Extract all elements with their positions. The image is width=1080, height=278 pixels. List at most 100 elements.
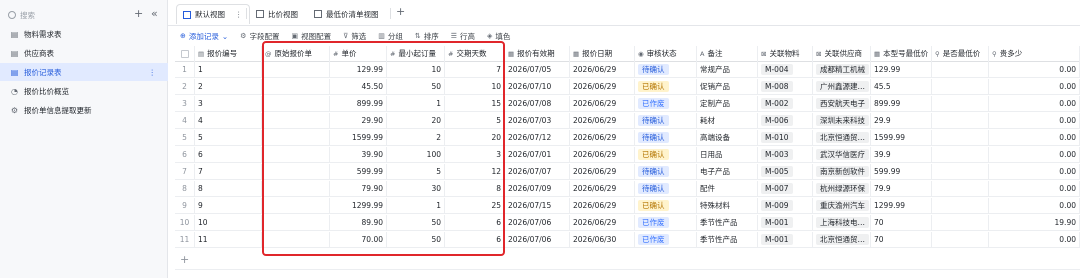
cell-id[interactable]: 3 xyxy=(195,96,262,112)
cell-note[interactable]: 季节性产品 xyxy=(697,232,758,248)
cell-original[interactable] xyxy=(262,96,330,112)
cell-supplier[interactable]: 深圳未来科技 xyxy=(813,113,871,129)
cell-note[interactable]: 季节性产品 xyxy=(697,215,758,231)
cell-moq[interactable]: 50 xyxy=(387,232,445,248)
table-row[interactable]: 1 1 129.99 10 7 2026/07/05 2026/06/29 待确认 常规产品 M-… xyxy=(175,62,1080,78)
cell-supplier[interactable]: 北京恒通贸… xyxy=(813,130,871,146)
cell-material[interactable]: M-001 xyxy=(758,232,813,248)
cell-price[interactable]: 599.99 xyxy=(330,164,387,180)
cell-original[interactable] xyxy=(262,198,330,214)
cell-valid[interactable]: 2026/07/05 xyxy=(505,62,570,78)
cell-price[interactable]: 79.90 xyxy=(330,181,387,197)
cell-diff[interactable]: 19.90 xyxy=(989,215,1080,231)
table-row[interactable]: 10 10 89.90 50 6 2026/07/06 2026/06/29 已作废 季节性产品… xyxy=(175,215,1080,231)
cell-original[interactable] xyxy=(262,232,330,248)
cell-date[interactable]: 2026/06/29 xyxy=(570,130,635,146)
cell-diff[interactable]: 0.00 xyxy=(989,130,1080,146)
cell-date[interactable]: 2026/06/29 xyxy=(570,113,635,129)
cell-status[interactable]: 待确认 xyxy=(635,62,697,78)
cell-original[interactable] xyxy=(262,147,330,163)
cell-is_lowest[interactable] xyxy=(932,113,989,129)
sidebar-search[interactable]: 搜索 xyxy=(8,8,108,22)
cell-date[interactable]: 2026/06/29 xyxy=(570,96,635,112)
cell-status[interactable]: 已确认 xyxy=(635,198,697,214)
cell-price[interactable]: 45.50 xyxy=(330,79,387,95)
cell-id[interactable]: 6 xyxy=(195,147,262,163)
column-header[interactable]: ⚲ 贵多少 xyxy=(989,46,1080,62)
cell-supplier[interactable]: 重庆渝州汽车 xyxy=(813,198,871,214)
cell-days[interactable]: 10 xyxy=(445,79,505,95)
cell-diff[interactable]: 0.00 xyxy=(989,113,1080,129)
cell-diff[interactable]: 0.00 xyxy=(989,62,1080,78)
cell-lowest[interactable]: 1599.99 xyxy=(871,130,932,146)
cell-moq[interactable]: 1 xyxy=(387,96,445,112)
column-header[interactable]: # 单价 xyxy=(330,46,387,62)
add-table-button[interactable]: + xyxy=(134,7,143,20)
cell-price[interactable]: 89.90 xyxy=(330,215,387,231)
cell-is_lowest[interactable] xyxy=(932,232,989,248)
cell-date[interactable]: 2026/06/29 xyxy=(570,147,635,163)
cell-supplier[interactable]: 北京恒通贸… xyxy=(813,232,871,248)
table-row[interactable]: 5 5 1599.99 2 20 2026/07/12 2026/06/29 待确认 高端设备 M… xyxy=(175,130,1080,146)
cell-lowest[interactable]: 29.9 xyxy=(871,113,932,129)
cell-diff[interactable]: 0.00 xyxy=(989,147,1080,163)
cell-date[interactable]: 2026/06/29 xyxy=(570,79,635,95)
sidebar-item[interactable]: ◔ 报价比价概览 xyxy=(0,82,168,100)
cell-note[interactable]: 定制产品 xyxy=(697,96,758,112)
cell-diff[interactable]: 0.00 xyxy=(989,232,1080,248)
cell-note[interactable]: 常规产品 xyxy=(697,62,758,78)
cell-material[interactable]: M-001 xyxy=(758,215,813,231)
cell-price[interactable]: 1599.99 xyxy=(330,130,387,146)
cell-days[interactable]: 15 xyxy=(445,96,505,112)
cell-moq[interactable]: 100 xyxy=(387,147,445,163)
column-header[interactable]: A 备注 xyxy=(697,46,758,62)
cell-original[interactable] xyxy=(262,181,330,197)
cell-lowest[interactable]: 129.99 xyxy=(871,62,932,78)
cell-status[interactable]: 待确认 xyxy=(635,130,697,146)
cell-status[interactable]: 待确认 xyxy=(635,181,697,197)
cell-material[interactable]: M-009 xyxy=(758,198,813,214)
cell-is_lowest[interactable] xyxy=(932,181,989,197)
cell-status[interactable]: 已确认 xyxy=(635,79,697,95)
cell-moq[interactable]: 30 xyxy=(387,181,445,197)
column-header[interactable]: ⊠ 关联物料 xyxy=(758,46,813,62)
cell-valid[interactable]: 2026/07/10 xyxy=(505,79,570,95)
add-row-button[interactable]: + xyxy=(175,252,1080,270)
cell-supplier[interactable]: 成都精工机械 xyxy=(813,62,871,78)
cell-status[interactable]: 已作废 xyxy=(635,232,697,248)
cell-id[interactable]: 11 xyxy=(195,232,262,248)
table-row[interactable]: 11 11 70.00 50 6 2026/07/06 2026/06/30 已作废 季节性产品… xyxy=(175,232,1080,248)
toolbar-button[interactable]: ⇅ 排序 xyxy=(415,31,439,42)
column-header[interactable]: ▤ 报价编号 xyxy=(195,46,262,62)
cell-valid[interactable]: 2026/07/15 xyxy=(505,198,570,214)
table-row[interactable]: 6 6 39.90 100 3 2026/07/01 2026/06/29 已确认 日用品 M-0… xyxy=(175,147,1080,163)
sidebar-item[interactable]: ▤ 物料需求表 xyxy=(0,25,168,43)
cell-price[interactable]: 899.99 xyxy=(330,96,387,112)
cell-date[interactable]: 2026/06/29 xyxy=(570,164,635,180)
column-header[interactable]: # 最小起订量 xyxy=(387,46,445,62)
table-row[interactable]: 2 2 45.50 50 10 2026/07/10 2026/06/29 已确认 促销产品 M-… xyxy=(175,79,1080,95)
cell-diff[interactable]: 0.00 xyxy=(989,181,1080,197)
cell-moq[interactable]: 50 xyxy=(387,215,445,231)
cell-is_lowest[interactable] xyxy=(932,130,989,146)
cell-is_lowest[interactable] xyxy=(932,215,989,231)
cell-lowest[interactable]: 70 xyxy=(871,232,932,248)
cell-days[interactable]: 5 xyxy=(445,113,505,129)
cell-original[interactable] xyxy=(262,164,330,180)
cell-valid[interactable]: 2026/07/08 xyxy=(505,96,570,112)
column-header[interactable]: ▦ 本型号最低价 xyxy=(871,46,932,62)
cell-note[interactable]: 高端设备 xyxy=(697,130,758,146)
cell-lowest[interactable]: 1299.99 xyxy=(871,198,932,214)
sidebar-item-more-icon[interactable]: ⋮ xyxy=(149,68,157,77)
cell-days[interactable]: 20 xyxy=(445,130,505,146)
sidebar-item[interactable]: ▤ 报价记录表 ⋮ xyxy=(0,63,168,81)
table-row[interactable]: 8 8 79.90 30 8 2026/07/09 2026/06/29 待确认 配件 M-007… xyxy=(175,181,1080,197)
cell-material[interactable]: M-006 xyxy=(758,113,813,129)
select-all-checkbox[interactable] xyxy=(175,46,195,62)
cell-valid[interactable]: 2026/07/12 xyxy=(505,130,570,146)
cell-lowest[interactable]: 45.5 xyxy=(871,79,932,95)
cell-days[interactable]: 6 xyxy=(445,232,505,248)
cell-lowest[interactable]: 599.99 xyxy=(871,164,932,180)
cell-days[interactable]: 3 xyxy=(445,147,505,163)
cell-moq[interactable]: 5 xyxy=(387,164,445,180)
